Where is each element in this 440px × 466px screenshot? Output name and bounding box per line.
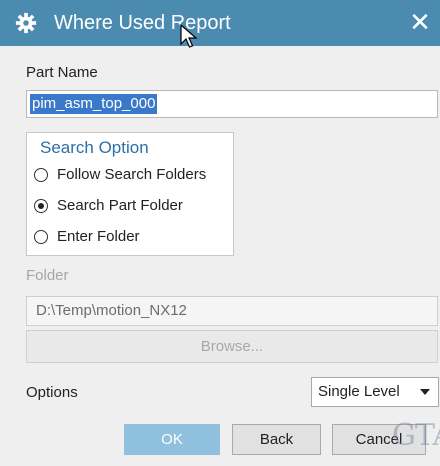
watermark-logo: GTA xyxy=(392,418,440,453)
radio-search-part-folder[interactable]: Search Part Folder xyxy=(34,196,230,218)
radio-label: Follow Search Folders xyxy=(57,166,207,183)
radio-label: Search Part Folder xyxy=(57,197,183,214)
ok-button[interactable]: OK xyxy=(124,424,220,455)
part-name-input[interactable]: pim_asm_top_000 xyxy=(26,90,438,118)
radio-enter-folder[interactable]: Enter Folder xyxy=(34,227,230,249)
title-bar: Where Used Report ✕ xyxy=(0,0,440,46)
folder-label: Folder xyxy=(26,267,69,284)
chevron-down-icon xyxy=(420,389,430,395)
part-name-label: Part Name xyxy=(26,64,98,81)
mouse-cursor-icon xyxy=(180,24,198,48)
radio-button[interactable] xyxy=(34,168,48,182)
window-title: Where Used Report xyxy=(54,12,231,34)
search-option-group: Search Option Follow Search Folders Sear… xyxy=(26,132,234,256)
options-select-value: Single Level xyxy=(318,383,400,400)
radio-label: Enter Folder xyxy=(57,228,140,245)
browse-button[interactable]: Browse... xyxy=(26,330,438,363)
radio-button-selected[interactable] xyxy=(34,199,48,213)
gear-icon xyxy=(15,12,37,34)
back-button[interactable]: Back xyxy=(232,424,321,455)
folder-input[interactable]: D:\Temp\motion_NX12 xyxy=(26,296,438,326)
close-icon[interactable]: ✕ xyxy=(408,9,432,37)
part-name-value: pim_asm_top_000 xyxy=(30,94,158,114)
radio-button[interactable] xyxy=(34,230,48,244)
options-label: Options xyxy=(26,384,78,401)
search-option-title: Search Option xyxy=(40,138,149,157)
options-select[interactable]: Single Level xyxy=(311,377,439,407)
radio-follow-search-folders[interactable]: Follow Search Folders xyxy=(34,165,230,187)
